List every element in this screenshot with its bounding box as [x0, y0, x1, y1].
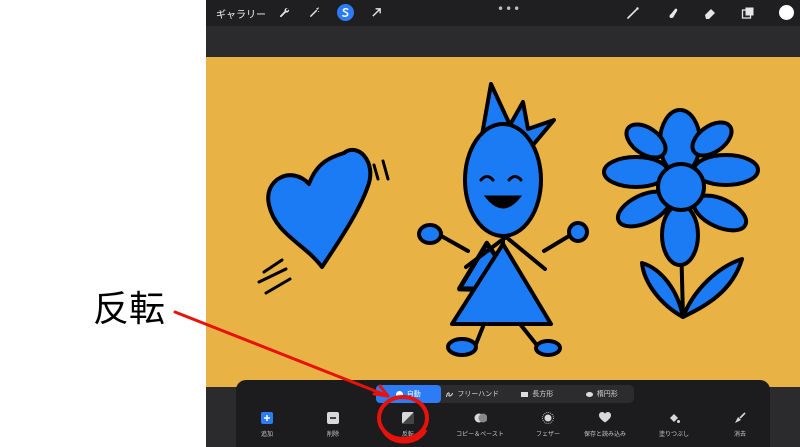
- top-toolbar: ギャラリー •••: [206, 0, 800, 26]
- action-label: コピー＆ペースト: [456, 431, 504, 438]
- action-label: フェザー: [535, 431, 560, 438]
- gallery-button[interactable]: ギャラリー: [216, 6, 266, 21]
- copy-paste-icon: [474, 411, 487, 424]
- smudge-icon[interactable]: [664, 4, 682, 22]
- circle-icon: [395, 390, 403, 398]
- canvas-drawing: [257, 82, 760, 357]
- layers-icon[interactable]: [739, 4, 757, 22]
- heart-icon: [599, 411, 612, 424]
- mode-label: フリーハンド: [457, 390, 500, 398]
- fill-button[interactable]: 塗りつぶし: [644, 411, 704, 438]
- save-load-button[interactable]: 保存と読み込み: [575, 411, 635, 438]
- action-label: 反転: [401, 431, 414, 438]
- mode-ellipse[interactable]: 楕円形: [570, 385, 635, 403]
- eraser-icon[interactable]: [701, 4, 719, 22]
- callout-label: 反転: [93, 289, 166, 330]
- remove-icon: [327, 411, 340, 424]
- action-label: 塗りつぶし: [658, 431, 690, 438]
- heart-drawing: [266, 147, 373, 269]
- ellipse-icon: [585, 391, 593, 398]
- feather-button[interactable]: フェザー: [518, 411, 578, 438]
- selection-icon[interactable]: [337, 4, 354, 21]
- mode-label: 楕円形: [596, 390, 618, 398]
- action-label: 消去: [733, 431, 746, 438]
- copy-paste-button[interactable]: コピー＆ペースト: [450, 411, 510, 438]
- stick-figure-drawing: [417, 82, 589, 357]
- rectangle-icon: [521, 391, 529, 398]
- procreate-app: ギャラリー ••• 自動 フリーハンド 長方形 楕円形 追加 削除 反転 コピー…: [206, 0, 800, 447]
- mode-automatic[interactable]: 自動: [376, 385, 441, 403]
- transform-arrow-icon[interactable]: [368, 4, 385, 21]
- mode-rectangle[interactable]: 長方形: [505, 385, 570, 403]
- selection-mode-row: 自動 フリーハンド 長方形 楕円形: [376, 385, 634, 403]
- add-icon: [261, 411, 274, 424]
- mode-label: 長方形: [532, 390, 554, 398]
- remove-button[interactable]: 削除: [303, 411, 363, 438]
- feather-icon: [542, 411, 555, 424]
- invert-icon: [402, 411, 415, 424]
- add-button[interactable]: 追加: [237, 411, 297, 438]
- mode-label: 自動: [406, 390, 421, 398]
- clear-button[interactable]: 消去: [710, 411, 770, 438]
- mode-freehand[interactable]: フリーハンド: [441, 385, 506, 403]
- fill-icon: [668, 411, 681, 424]
- action-label: 追加: [260, 431, 273, 438]
- flower-drawing: [602, 108, 760, 319]
- action-label: 削除: [326, 431, 339, 438]
- invert-button[interactable]: 反転: [378, 411, 438, 438]
- wrench-icon[interactable]: [276, 4, 293, 21]
- selection-toolbar: 自動 フリーハンド 長方形 楕円形 追加 削除 反転 コピー＆ペースト フェザー…: [236, 380, 770, 447]
- color-swatch[interactable]: [779, 5, 794, 20]
- magic-wand-icon[interactable]: [306, 4, 323, 21]
- clear-icon: [734, 411, 747, 424]
- more-dots[interactable]: •••: [497, 2, 521, 16]
- drawing-canvas[interactable]: [206, 57, 800, 387]
- freehand-icon: [446, 391, 454, 398]
- brush-icon[interactable]: [624, 4, 642, 22]
- action-label: 保存と読み込み: [583, 431, 626, 438]
